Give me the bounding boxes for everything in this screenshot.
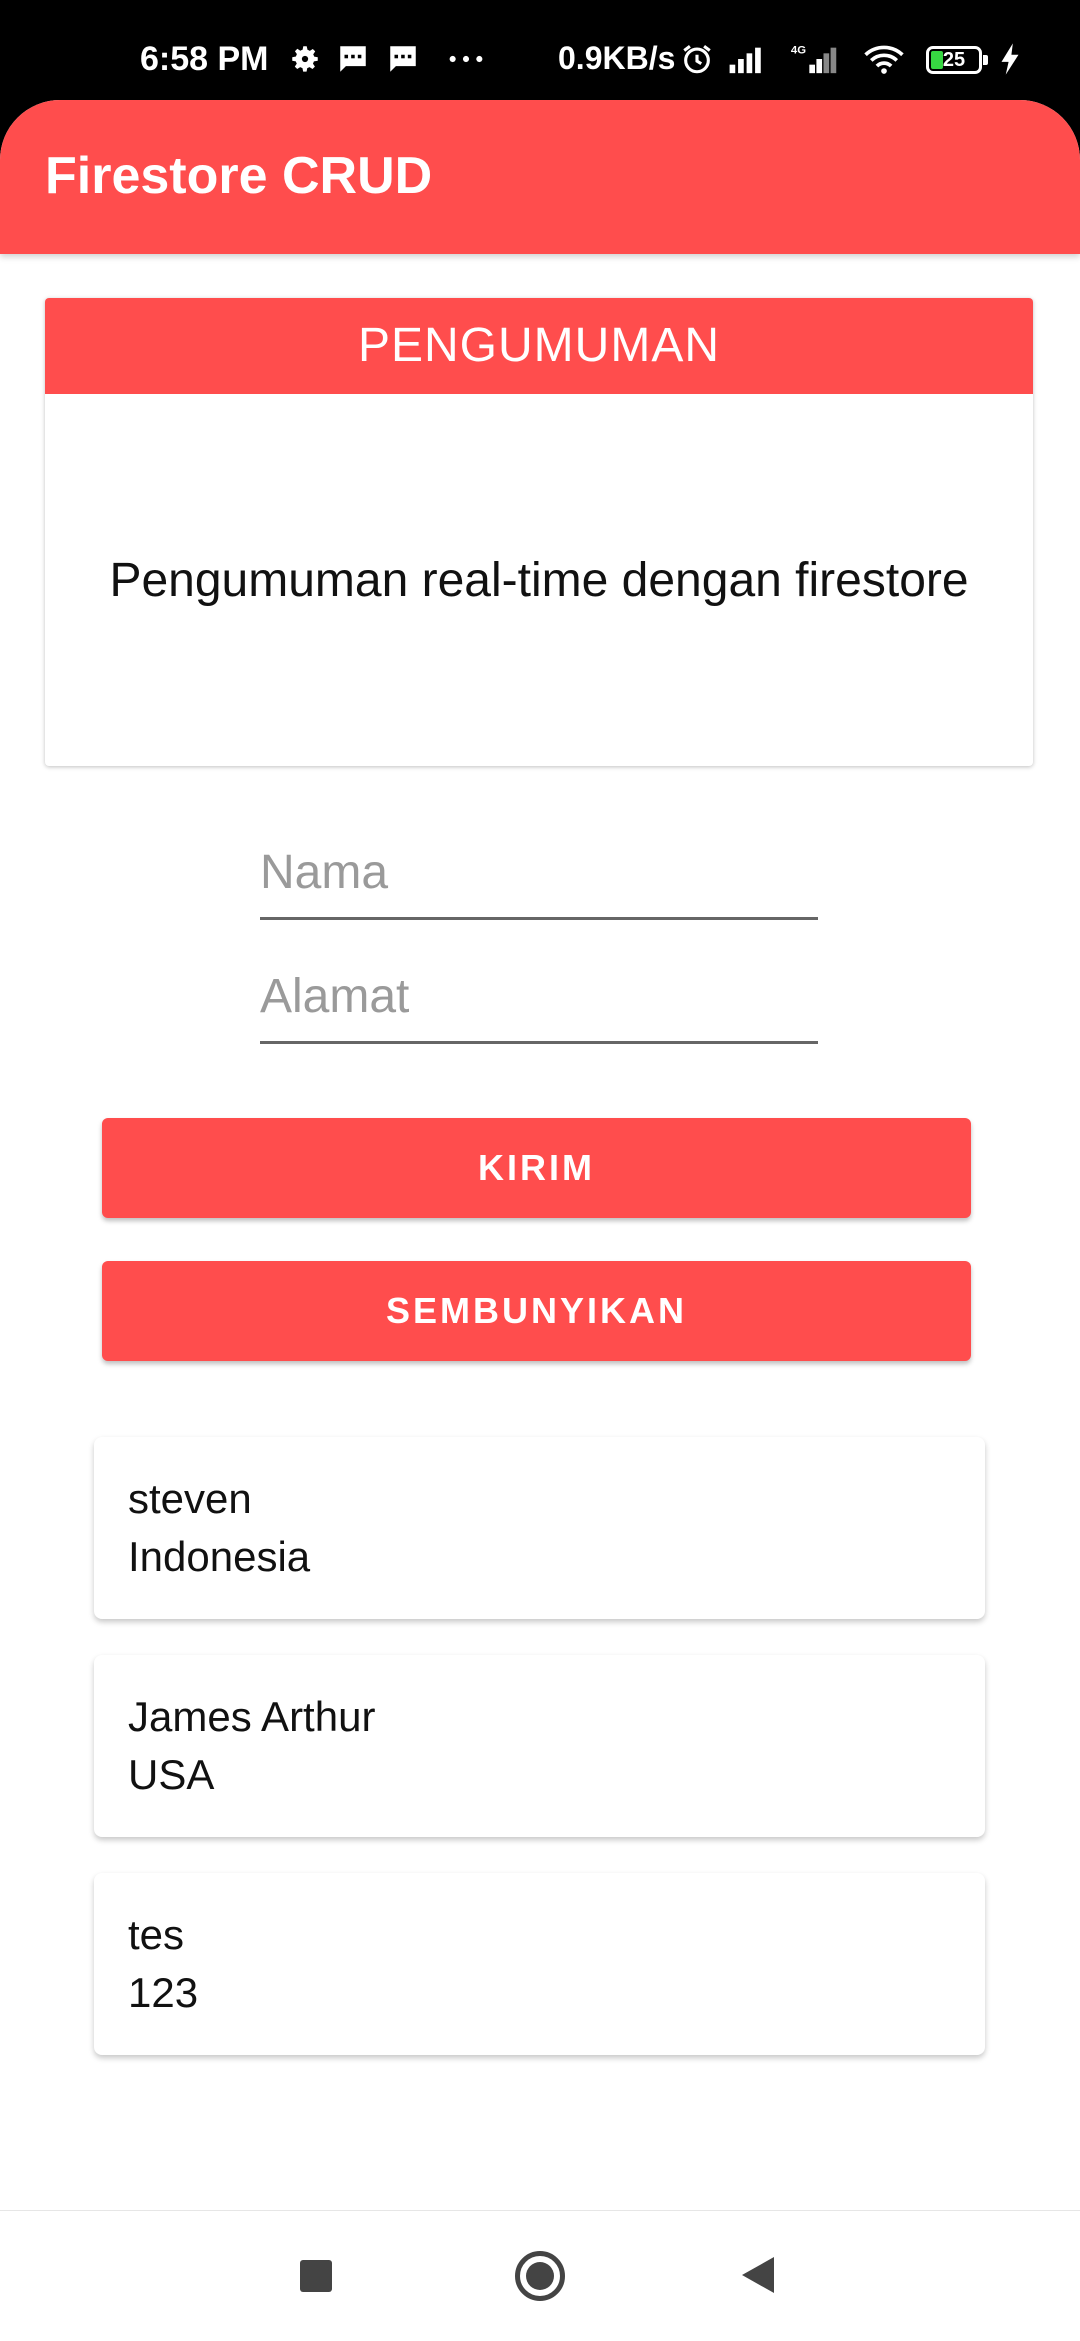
app-screen: Firestore CRUD PENGUMUMAN Pengumuman rea… (0, 100, 1080, 2210)
item-name: tes (128, 1911, 185, 1958)
4g-signal-icon: 4G (791, 44, 837, 74)
message-icon (390, 46, 416, 72)
send-button[interactable]: KIRIM (102, 1118, 971, 1218)
charging-icon (1001, 43, 1019, 75)
list-item[interactable]: steven Indonesia (94, 1437, 985, 1619)
name-field (260, 827, 818, 920)
hide-button[interactable]: SEMBUNYIKAN (102, 1261, 971, 1361)
alarm-icon (683, 45, 711, 74)
battery-level: 25 (942, 49, 966, 71)
item-address: USA (128, 1751, 215, 1798)
battery-icon: 25 (926, 46, 988, 74)
name-input[interactable] (260, 827, 818, 917)
item-address: Indonesia (128, 1533, 311, 1580)
status-bar: 6:58 PM 0.9KB/s 4G 25 (0, 0, 1080, 100)
signal-icon (729, 47, 761, 74)
net-speed: 0.9KB/s (558, 40, 676, 76)
back-icon[interactable] (742, 2257, 774, 2293)
app-title: Firestore CRUD (45, 147, 433, 205)
wifi-icon (864, 45, 904, 74)
navigation-bar (0, 2210, 1080, 2341)
recent-apps-icon[interactable] (300, 2260, 332, 2292)
list-item[interactable]: tes 123 (94, 1873, 985, 2055)
home-icon[interactable] (515, 2251, 565, 2301)
status-time: 6:58 PM (140, 40, 269, 78)
app-bar: Firestore CRUD (0, 100, 1080, 254)
item-name: James Arthur (128, 1693, 376, 1740)
svg-text:4G: 4G (791, 44, 806, 56)
address-field (260, 951, 818, 1044)
list-item[interactable]: James Arthur USA (94, 1655, 985, 1837)
item-name: steven (128, 1475, 252, 1522)
announcement-card: PENGUMUMAN Pengumuman real-time dengan f… (45, 298, 1033, 766)
more-dots-icon (449, 55, 483, 63)
announcement-header: PENGUMUMAN (45, 298, 1033, 394)
address-input[interactable] (260, 951, 818, 1041)
gear-icon (292, 46, 318, 72)
item-address: 123 (128, 1969, 199, 2016)
message-icon (340, 46, 366, 72)
announcement-body: Pengumuman real-time dengan firestore (109, 553, 969, 607)
